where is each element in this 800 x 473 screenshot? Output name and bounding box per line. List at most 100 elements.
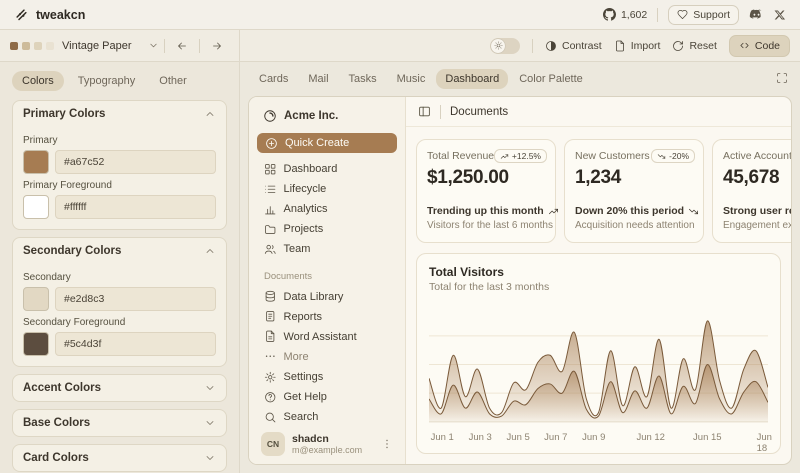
chevron-down-icon (204, 417, 216, 429)
sidebar-item-label: Word Assistant (284, 331, 357, 343)
folder-icon (264, 223, 277, 236)
tab-tasks[interactable]: Tasks (340, 69, 386, 89)
maximize-icon (776, 72, 788, 84)
contrast-button[interactable]: Contrast (545, 40, 602, 52)
stat-value: 1,234 (575, 167, 693, 189)
section-title: Card Colors (23, 452, 89, 464)
hex-input-primary[interactable] (55, 150, 216, 174)
x-tick-label: Jun 5 (507, 432, 530, 443)
sidebar-item-settings[interactable]: Settings (257, 367, 397, 387)
stat-footer-text: Down 20% this period (575, 205, 684, 217)
code-button[interactable]: Code (729, 35, 790, 57)
code-label: Code (755, 40, 780, 52)
undo-button[interactable] (170, 35, 194, 57)
sidebar-item-label: More (284, 351, 309, 363)
brand[interactable]: tweakcn (14, 7, 85, 22)
editor-tabs: Colors Typography Other (12, 71, 227, 91)
x-tick-label: Jun 7 (544, 432, 567, 443)
tab-mail[interactable]: Mail (299, 69, 337, 89)
stat-card-new-customers: New Customers -20% 1,234 Down 20% this p… (564, 139, 704, 243)
color-swatch-primary-foreground[interactable] (23, 195, 49, 219)
panel-toggle-icon[interactable] (418, 105, 431, 118)
section-header[interactable]: Base Colors (13, 410, 226, 436)
tab-music[interactable]: Music (388, 69, 435, 89)
field-label: Primary (23, 135, 216, 146)
hex-input-primary-foreground[interactable] (55, 195, 216, 219)
tab-cards[interactable]: Cards (250, 69, 297, 89)
reset-button[interactable]: Reset (672, 40, 716, 52)
theme-swatch-1 (10, 42, 18, 50)
toolbar: Vintage Paper Contrast Import Reset (0, 30, 800, 62)
org-logo-icon (263, 109, 277, 123)
code-icon (739, 40, 750, 51)
discord-icon[interactable] (749, 7, 764, 22)
dashboard-preview: Acme Inc. Quick Create Dashboard Lifecyc… (248, 96, 792, 465)
tab-typography[interactable]: Typography (68, 71, 145, 91)
section-header[interactable]: Card Colors (13, 445, 226, 471)
hex-input-secondary-foreground[interactable] (55, 332, 216, 356)
sidebar-item-label: Reports (284, 311, 323, 323)
trend-badge: -20% (651, 149, 695, 163)
theme-selector[interactable]: Vintage Paper (10, 40, 159, 52)
chevron-up-icon (204, 245, 216, 257)
support-button[interactable]: Support (668, 5, 739, 25)
section-header[interactable]: Accent Colors (13, 375, 226, 401)
tab-other[interactable]: Other (149, 71, 197, 91)
divider (532, 39, 533, 53)
trend-down-icon (657, 152, 666, 161)
sidebar-item-data-library[interactable]: Data Library (257, 286, 397, 306)
org-switcher[interactable]: Acme Inc. (257, 105, 397, 133)
quick-create-button[interactable]: Quick Create (257, 133, 397, 153)
tab-color-palette[interactable]: Color Palette (510, 69, 592, 89)
github-icon (603, 8, 616, 21)
sidebar-item-dashboard[interactable]: Dashboard (257, 159, 397, 179)
sidebar-item-more[interactable]: More (257, 347, 397, 367)
divider (657, 8, 658, 22)
chart-subtitle: Total for the last 3 months (429, 281, 768, 293)
sidebar-item-label: Analytics (284, 203, 328, 215)
breadcrumb: Documents (450, 106, 508, 118)
trend-down-icon (688, 206, 699, 217)
sidebar-item-lifecycle[interactable]: Lifecycle (257, 179, 397, 199)
sidebar-item-projects[interactable]: Projects (257, 219, 397, 239)
tab-dashboard[interactable]: Dashboard (436, 69, 508, 89)
color-swatch-secondary-foreground[interactable] (23, 332, 49, 356)
tab-colors[interactable]: Colors (12, 71, 64, 91)
more-vertical-icon (381, 438, 393, 450)
sidebar-item-analytics[interactable]: Analytics (257, 199, 397, 219)
documents-group-label: Documents (257, 259, 397, 286)
sidebar-item-team[interactable]: Team (257, 239, 397, 259)
trend-up-icon (548, 206, 559, 217)
dashboard-icon (264, 163, 277, 176)
stat-title: Active Accounts (723, 150, 791, 162)
github-stars[interactable]: 1,602 (603, 8, 647, 21)
section-header[interactable]: Primary Colors (13, 101, 226, 127)
import-button[interactable]: Import (614, 40, 661, 52)
sidebar-item-get-help[interactable]: Get Help (257, 387, 397, 407)
user-menu[interactable]: CN shadcn m@example.com (257, 427, 397, 458)
x-social-icon[interactable] (774, 9, 786, 21)
stat-value: 45,678 (723, 167, 791, 189)
section-title: Accent Colors (23, 382, 101, 394)
chart-plot (429, 301, 768, 429)
redo-button[interactable] (205, 35, 229, 57)
search-icon (264, 411, 277, 424)
color-swatch-secondary[interactable] (23, 287, 49, 311)
preview-tabs: Cards Mail Tasks Music Dashboard Color P… (250, 69, 792, 89)
sidebar-item-reports[interactable]: Reports (257, 307, 397, 327)
trend-up-icon (500, 152, 509, 161)
color-swatch-primary[interactable] (23, 150, 49, 174)
fullscreen-button[interactable] (776, 72, 788, 87)
stat-footer-text: Trending up this month (427, 205, 544, 217)
sidebar-item-word-assistant[interactable]: Word Assistant (257, 327, 397, 347)
trend-badge: +12.5% (494, 149, 547, 163)
theme-name: Vintage Paper (62, 40, 132, 52)
chevron-up-icon (204, 108, 216, 120)
preview-main: Documents Total Revenue +12.5% $1,250.00… (406, 97, 791, 464)
app-header: tweakcn 1,602 Support (0, 0, 800, 30)
field-label: Primary Foreground (23, 180, 216, 191)
theme-mode-toggle[interactable] (490, 38, 520, 54)
hex-input-secondary[interactable] (55, 287, 216, 311)
section-header[interactable]: Secondary Colors (13, 238, 226, 264)
sidebar-item-search[interactable]: Search (257, 407, 397, 427)
